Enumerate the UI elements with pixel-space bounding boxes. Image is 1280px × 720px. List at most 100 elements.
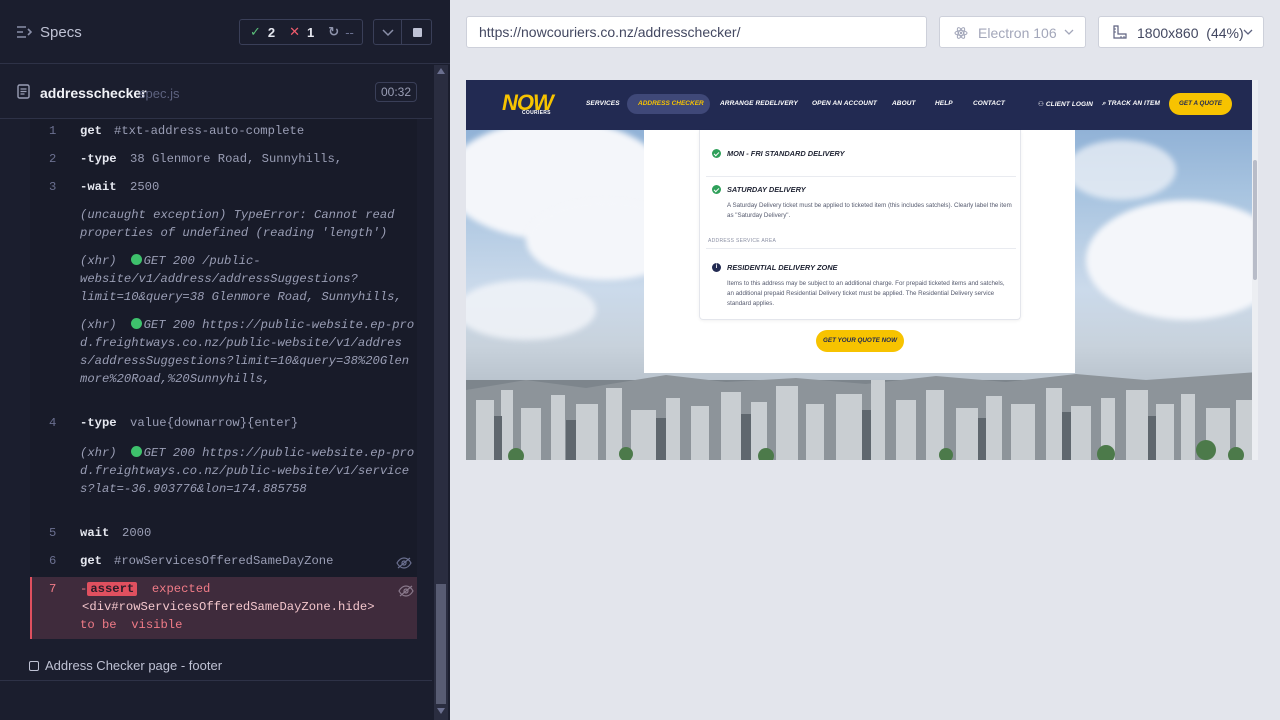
check-circle-icon [712,149,721,158]
command-name: -type [80,152,117,166]
spec-extension: spec.js [139,86,180,101]
browser-selector[interactable]: Electron 106 [939,16,1086,48]
url-bar[interactable]: https://nowcouriers.co.nz/addresschecker… [466,16,927,48]
command-number: 7 [49,582,57,596]
client-login-label: CLIENT LOGIN [1045,101,1093,108]
test-title: Address Checker page - footer [45,658,223,673]
command-message: #rowServicesOfferedSameDayZone [114,554,334,568]
assert-selector: <div#rowServicesOfferedSameDayZone.hide> [82,600,375,614]
command-message: 2500 [130,180,160,194]
command-number: 3 [49,180,57,194]
xhr-text: GET 200 https://public-website.ep-prod.f… [80,318,415,386]
specs-list-toggle-icon[interactable] [16,25,32,39]
command-message: 38 Glenmore Road, Sunnyhills, [130,152,343,166]
nav-address-checker[interactable]: ADDRESS CHECKER [627,94,710,114]
assert-line-3: to be visible [80,618,182,632]
specs-title[interactable]: Specs [40,24,82,41]
pending-stat: ↻ -- [328,24,354,40]
command-name: wait [80,526,110,540]
scroll-down-arrow-icon[interactable] [437,708,445,714]
log-xhr[interactable]: (xhr) GET 200 /public-website/v1/address/… [80,252,416,306]
command-name: get [80,124,102,138]
address-result-card: MON - FRI STANDARD DELIVERY SATURDAY DEL… [644,130,1075,373]
nav-arrange-redelivery[interactable]: ARRANGE REDELIVERY [720,100,798,107]
cloud-shape [1066,140,1176,200]
viewport-selector[interactable]: 1800x860 (44%) [1098,16,1264,48]
runner-options-button[interactable] [373,19,402,45]
scrollbar-thumb[interactable] [1253,160,1257,280]
xhr-text: GET 200 /public-website/v1/address/addre… [80,254,402,304]
nav-label: ADDRESS CHECKER [638,100,704,107]
checkbox-icon [29,661,39,671]
stop-icon [413,28,422,37]
eye-slash-icon[interactable] [398,585,414,597]
failed-assert-command[interactable]: 7 - assert expected <div#rowServicesOffer… [30,577,417,639]
command-message: 2000 [122,526,152,540]
site-navbar: NOW COURIERS SERVICES ADDRESS CHECKER AR… [466,80,1254,130]
stop-button[interactable] [402,19,432,45]
viewport-size: 1800x860 [1137,25,1199,41]
command-message: value{downarrow}{enter} [130,416,299,430]
nav-contact[interactable]: CONTACT [973,100,1005,107]
track-label: TRACK AN ITEM [1107,100,1160,107]
test-item-footer[interactable]: Address Checker page - footer [29,658,222,673]
aut-preview: NOW COURIERS SERVICES ADDRESS CHECKER AR… [466,80,1258,460]
viewport-zoom: (44%) [1206,25,1244,41]
get-your-quote-now-button[interactable]: GET YOUR QUOTE NOW [816,330,904,352]
status-dot-icon [130,318,142,329]
xhr-label: (xhr) [80,254,117,268]
service-description: A Saturday Delivery ticket must be appli… [727,202,1012,219]
viewport-text: 1800x860 (44%) [1137,25,1244,41]
check-icon: ✓ [250,24,261,39]
electron-icon [954,27,968,39]
command-log: 1 get #txt-address-auto-complete 2 -type… [30,119,417,639]
city-skyline-image [466,372,1258,460]
log-xhr[interactable]: (xhr) GET 200 https://public-website.ep-p… [80,444,416,498]
command-message: #txt-address-auto-complete [114,124,305,138]
track-item-link[interactable]: ⌕ TRACK AN ITEM [1102,100,1160,108]
divider [0,680,432,681]
spec-name[interactable]: addresschecker [40,85,147,101]
cloud-shape [466,280,596,340]
check-circle-icon [712,185,721,194]
nav-help[interactable]: HELP [935,100,953,107]
client-login-link[interactable]: ⚇ CLIENT LOGIN [1038,100,1093,108]
get-a-quote-button[interactable]: GET A QUOTE [1169,93,1232,115]
scrollbar-thumb[interactable] [436,584,446,704]
aut-scrollbar[interactable] [1252,80,1258,460]
status-dot-icon [130,446,142,457]
nav-about[interactable]: ABOUT [892,100,916,107]
scroll-up-arrow-icon[interactable] [437,68,445,74]
log-xhr[interactable]: (xhr) GET 200 https://public-website.ep-p… [80,316,416,388]
site-logo-subtext: COURIERS [522,110,551,116]
command-name: get [80,554,102,568]
area-label: ADDRESS SERVICE AREA [708,238,777,244]
spinner-icon: ↻ [328,24,340,39]
eye-slash-icon[interactable] [396,557,412,569]
divider [706,176,1016,177]
x-icon: ✕ [289,24,301,39]
specs-header: Specs ✓ 2 ✕ 1 ↻ -- [0,0,450,64]
user-icon: ⚇ [1038,101,1046,108]
command-number: 2 [49,152,57,166]
info-icon: i [712,263,721,272]
nav-services[interactable]: SERVICES [586,100,620,107]
service-title: MON - FRI STANDARD DELIVERY [727,149,845,158]
reporter-panel: Specs ✓ 2 ✕ 1 ↻ -- addresschecker spec.js 0… [0,0,450,720]
cloud-shape [1086,200,1258,320]
xhr-label: (xhr) [80,446,117,460]
status-dot-icon [130,254,142,265]
test-stats: ✓ 2 ✕ 1 ↻ -- [239,19,363,45]
nav-open-account[interactable]: OPEN AN ACCOUNT [812,100,877,107]
spec-duration: 00:32 [375,82,417,102]
chevron-down-icon [1064,29,1074,35]
assert-visible: visible [131,618,183,632]
failed-stat: ✕ 1 [289,24,315,40]
command-number: 6 [49,554,57,568]
log-uncaught-exception[interactable]: (uncaught exception) TypeError: Cannot r… [80,206,416,242]
passed-stat: ✓ 2 [250,24,276,40]
file-icon [17,84,30,99]
service-title: SATURDAY DELIVERY [727,185,806,194]
assert-expected: expected [151,582,211,596]
command-number: 1 [49,124,57,138]
